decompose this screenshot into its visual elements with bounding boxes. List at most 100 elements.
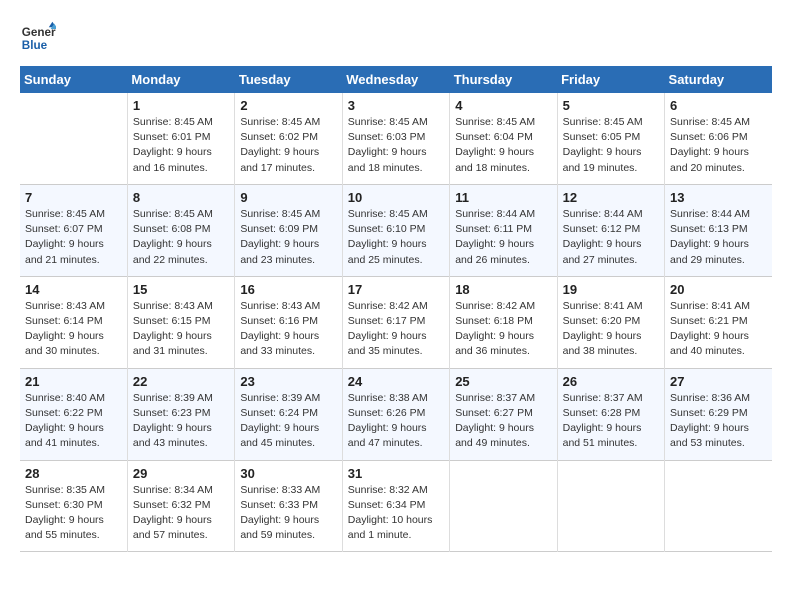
week-row-4: 21 Sunrise: 8:40 AM Sunset: 6:22 PM Dayli…	[20, 368, 772, 460]
day-number: 22	[133, 374, 229, 389]
day-info: Sunrise: 8:33 AM Sunset: 6:33 PM Dayligh…	[240, 483, 336, 544]
day-cell: 31 Sunrise: 8:32 AM Sunset: 6:34 PM Dayli…	[342, 460, 449, 552]
day-cell: 9 Sunrise: 8:45 AM Sunset: 6:09 PM Daylig…	[235, 184, 342, 276]
day-number: 13	[670, 190, 767, 205]
day-number: 23	[240, 374, 336, 389]
day-cell: 17 Sunrise: 8:42 AM Sunset: 6:17 PM Dayli…	[342, 276, 449, 368]
day-info: Sunrise: 8:45 AM Sunset: 6:06 PM Dayligh…	[670, 115, 767, 176]
day-cell: 15Sunrise: 8:43 AM Sunset: 6:15 PM Dayli…	[127, 276, 234, 368]
day-info: Sunrise: 8:43 AM Sunset: 6:16 PM Dayligh…	[240, 299, 336, 360]
day-cell: 30 Sunrise: 8:33 AM Sunset: 6:33 PM Dayli…	[235, 460, 342, 552]
day-info: Sunrise: 8:45 AM Sunset: 6:04 PM Dayligh…	[455, 115, 551, 176]
day-info: Sunrise: 8:41 AM Sunset: 6:20 PM Dayligh…	[563, 299, 659, 360]
day-number: 10	[348, 190, 444, 205]
day-number: 27	[670, 374, 767, 389]
day-info: Sunrise: 8:45 AM Sunset: 6:05 PM Dayligh…	[563, 115, 659, 176]
svg-text:General: General	[22, 26, 56, 39]
day-info: Sunrise: 8:45 AM Sunset: 6:10 PM Dayligh…	[348, 207, 444, 268]
day-cell: 26 Sunrise: 8:37 AM Sunset: 6:28 PM Dayli…	[557, 368, 664, 460]
day-cell	[557, 460, 664, 552]
day-number: 25	[455, 374, 551, 389]
day-cell: 14 Sunrise: 8:43 AM Sunset: 6:14 PM Dayli…	[20, 276, 127, 368]
day-number: 5	[563, 98, 659, 113]
day-number: 9	[240, 190, 336, 205]
day-number: 1	[133, 98, 229, 113]
day-info: Sunrise: 8:45 AM Sunset: 6:02 PM Dayligh…	[240, 115, 336, 176]
day-info: Sunrise: 8:44 AM Sunset: 6:12 PM Dayligh…	[563, 207, 659, 268]
day-number: 6	[670, 98, 767, 113]
day-info: Sunrise: 8:45 AM Sunset: 6:08 PM Dayligh…	[133, 207, 229, 268]
day-cell: 21 Sunrise: 8:40 AM Sunset: 6:22 PM Dayli…	[20, 368, 127, 460]
day-number: 7	[25, 190, 122, 205]
day-cell: 10 Sunrise: 8:45 AM Sunset: 6:10 PM Dayli…	[342, 184, 449, 276]
day-number: 8	[133, 190, 229, 205]
day-cell: 8 Sunrise: 8:45 AM Sunset: 6:08 PM Daylig…	[127, 184, 234, 276]
day-info: Sunrise: 8:44 AM Sunset: 6:11 PM Dayligh…	[455, 207, 551, 268]
day-cell: 6 Sunrise: 8:45 AM Sunset: 6:06 PM Daylig…	[665, 93, 772, 184]
day-cell: 12 Sunrise: 8:44 AM Sunset: 6:12 PM Dayli…	[557, 184, 664, 276]
header-wednesday: Wednesday	[342, 66, 449, 93]
day-info: Sunrise: 8:43 AM Sunset: 6:14 PM Dayligh…	[25, 299, 122, 360]
week-row-3: 14 Sunrise: 8:43 AM Sunset: 6:14 PM Dayli…	[20, 276, 772, 368]
day-number: 16	[240, 282, 336, 297]
day-info: Sunrise: 8:42 AM Sunset: 6:18 PM Dayligh…	[455, 299, 551, 360]
day-number: 31	[348, 466, 444, 481]
day-number: 14	[25, 282, 122, 297]
day-cell: 4Sunrise: 8:45 AM Sunset: 6:04 PM Daylig…	[450, 93, 557, 184]
page-header: General Blue	[20, 20, 772, 56]
day-info: Sunrise: 8:38 AM Sunset: 6:26 PM Dayligh…	[348, 391, 444, 452]
day-number: 26	[563, 374, 659, 389]
day-number: 21	[25, 374, 122, 389]
week-row-5: 28Sunrise: 8:35 AM Sunset: 6:30 PM Dayli…	[20, 460, 772, 552]
day-info: Sunrise: 8:45 AM Sunset: 6:09 PM Dayligh…	[240, 207, 336, 268]
day-cell: 29Sunrise: 8:34 AM Sunset: 6:32 PM Dayli…	[127, 460, 234, 552]
calendar-header-row: SundayMondayTuesdayWednesdayThursdayFrid…	[20, 66, 772, 93]
day-info: Sunrise: 8:37 AM Sunset: 6:28 PM Dayligh…	[563, 391, 659, 452]
day-number: 17	[348, 282, 444, 297]
day-cell	[20, 93, 127, 184]
day-number: 30	[240, 466, 336, 481]
day-info: Sunrise: 8:39 AM Sunset: 6:23 PM Dayligh…	[133, 391, 229, 452]
day-number: 2	[240, 98, 336, 113]
day-cell: 28Sunrise: 8:35 AM Sunset: 6:30 PM Dayli…	[20, 460, 127, 552]
day-cell: 13 Sunrise: 8:44 AM Sunset: 6:13 PM Dayli…	[665, 184, 772, 276]
day-info: Sunrise: 8:32 AM Sunset: 6:34 PM Dayligh…	[348, 483, 444, 544]
svg-text:Blue: Blue	[22, 39, 48, 52]
day-number: 24	[348, 374, 444, 389]
day-info: Sunrise: 8:44 AM Sunset: 6:13 PM Dayligh…	[670, 207, 767, 268]
day-cell: 19Sunrise: 8:41 AM Sunset: 6:20 PM Dayli…	[557, 276, 664, 368]
day-number: 15	[133, 282, 229, 297]
day-cell: 16 Sunrise: 8:43 AM Sunset: 6:16 PM Dayli…	[235, 276, 342, 368]
day-info: Sunrise: 8:45 AM Sunset: 6:07 PM Dayligh…	[25, 207, 122, 268]
day-number: 12	[563, 190, 659, 205]
day-info: Sunrise: 8:45 AM Sunset: 6:01 PM Dayligh…	[133, 115, 229, 176]
day-cell: 22 Sunrise: 8:39 AM Sunset: 6:23 PM Dayli…	[127, 368, 234, 460]
week-row-1: 1 Sunrise: 8:45 AM Sunset: 6:01 PM Daylig…	[20, 93, 772, 184]
day-cell: 20Sunrise: 8:41 AM Sunset: 6:21 PM Dayli…	[665, 276, 772, 368]
day-cell: 18 Sunrise: 8:42 AM Sunset: 6:18 PM Dayli…	[450, 276, 557, 368]
header-friday: Friday	[557, 66, 664, 93]
day-info: Sunrise: 8:34 AM Sunset: 6:32 PM Dayligh…	[133, 483, 229, 544]
day-info: Sunrise: 8:42 AM Sunset: 6:17 PM Dayligh…	[348, 299, 444, 360]
day-info: Sunrise: 8:37 AM Sunset: 6:27 PM Dayligh…	[455, 391, 551, 452]
day-info: Sunrise: 8:39 AM Sunset: 6:24 PM Dayligh…	[240, 391, 336, 452]
day-cell: 25 Sunrise: 8:37 AM Sunset: 6:27 PM Dayli…	[450, 368, 557, 460]
header-thursday: Thursday	[450, 66, 557, 93]
week-row-2: 7 Sunrise: 8:45 AM Sunset: 6:07 PM Daylig…	[20, 184, 772, 276]
day-number: 18	[455, 282, 551, 297]
day-cell: 11 Sunrise: 8:44 AM Sunset: 6:11 PM Dayli…	[450, 184, 557, 276]
header-monday: Monday	[127, 66, 234, 93]
day-info: Sunrise: 8:41 AM Sunset: 6:21 PM Dayligh…	[670, 299, 767, 360]
day-cell: 23 Sunrise: 8:39 AM Sunset: 6:24 PM Dayli…	[235, 368, 342, 460]
day-number: 3	[348, 98, 444, 113]
day-cell: 2 Sunrise: 8:45 AM Sunset: 6:02 PM Daylig…	[235, 93, 342, 184]
day-cell: 24 Sunrise: 8:38 AM Sunset: 6:26 PM Dayli…	[342, 368, 449, 460]
day-number: 11	[455, 190, 551, 205]
day-cell: 1 Sunrise: 8:45 AM Sunset: 6:01 PM Daylig…	[127, 93, 234, 184]
logo: General Blue	[20, 20, 56, 56]
calendar-table: SundayMondayTuesdayWednesdayThursdayFrid…	[20, 66, 772, 552]
day-cell: 5 Sunrise: 8:45 AM Sunset: 6:05 PM Daylig…	[557, 93, 664, 184]
day-info: Sunrise: 8:40 AM Sunset: 6:22 PM Dayligh…	[25, 391, 122, 452]
day-cell: 7 Sunrise: 8:45 AM Sunset: 6:07 PM Daylig…	[20, 184, 127, 276]
day-number: 28	[25, 466, 122, 481]
